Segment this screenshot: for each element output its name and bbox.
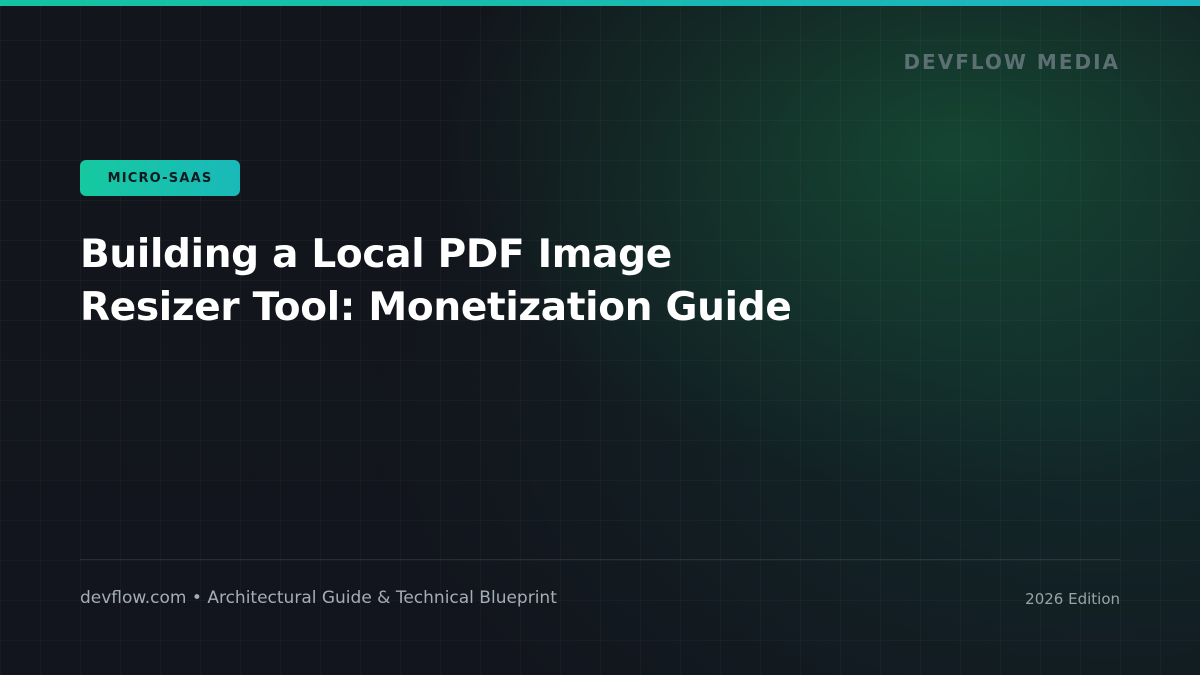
footer-meta: devflow.com • Architectural Guide & Tech… <box>80 588 557 608</box>
edition-label: 2026 Edition <box>1025 590 1120 608</box>
category-badge-label: MICRO-SAAS <box>107 170 213 186</box>
headline-line-1: Building a Local PDF Image <box>80 232 672 277</box>
footer-separator: • <box>191 588 202 608</box>
top-accent-bar <box>0 0 1200 6</box>
headline: Building a Local PDF Image Resizer Tool:… <box>80 228 900 334</box>
footer-subtitle: Architectural Guide & Technical Blueprin… <box>207 588 557 608</box>
category-badge: MICRO-SAAS <box>80 160 240 196</box>
footer-site: devflow.com <box>80 588 187 608</box>
footer-divider <box>80 559 1120 560</box>
headline-line-2: Resizer Tool: Monetization Guide <box>80 285 792 330</box>
background-grid <box>0 0 1200 675</box>
cover-card: DEVFLOW MEDIA MICRO-SAAS Building a Loca… <box>0 0 1200 675</box>
brand-name: DEVFLOW MEDIA <box>903 50 1120 74</box>
